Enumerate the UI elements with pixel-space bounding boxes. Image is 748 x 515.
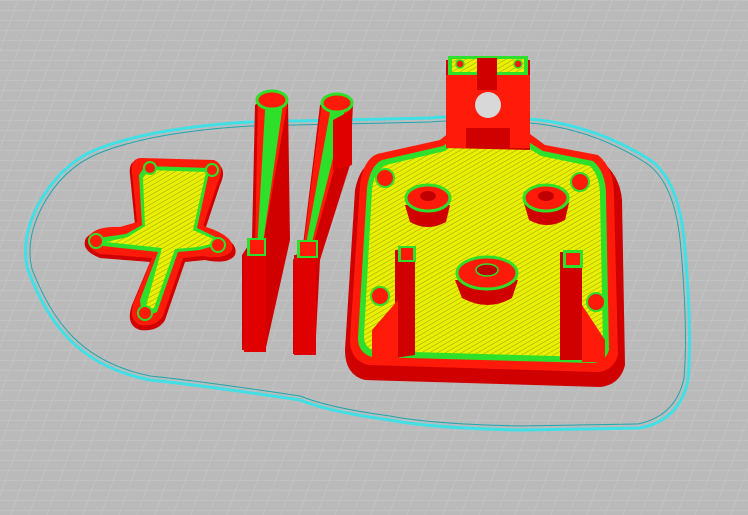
hole-icon [538,191,554,201]
hole-icon [143,161,157,175]
hole-icon [475,92,501,118]
hole-icon [137,305,153,321]
hole-icon [205,163,219,177]
build-plate-viewport[interactable] [0,0,748,515]
hole-icon [420,191,436,201]
boss-left [404,183,452,227]
hole-icon [570,172,590,192]
hole-icon [88,233,104,249]
hole-icon [586,292,606,312]
part-top-clamp[interactable] [446,56,530,150]
hole-icon [455,59,465,69]
hole-icon [475,263,499,277]
hole-icon [370,286,390,306]
boss-center [455,255,519,305]
hole-icon [331,99,343,107]
part-motor-mount-plate[interactable] [345,132,625,387]
hole-icon [375,168,395,188]
hole-icon [513,59,523,69]
hole-icon [210,237,226,253]
boss-right [522,183,570,225]
hole-icon [266,96,278,104]
